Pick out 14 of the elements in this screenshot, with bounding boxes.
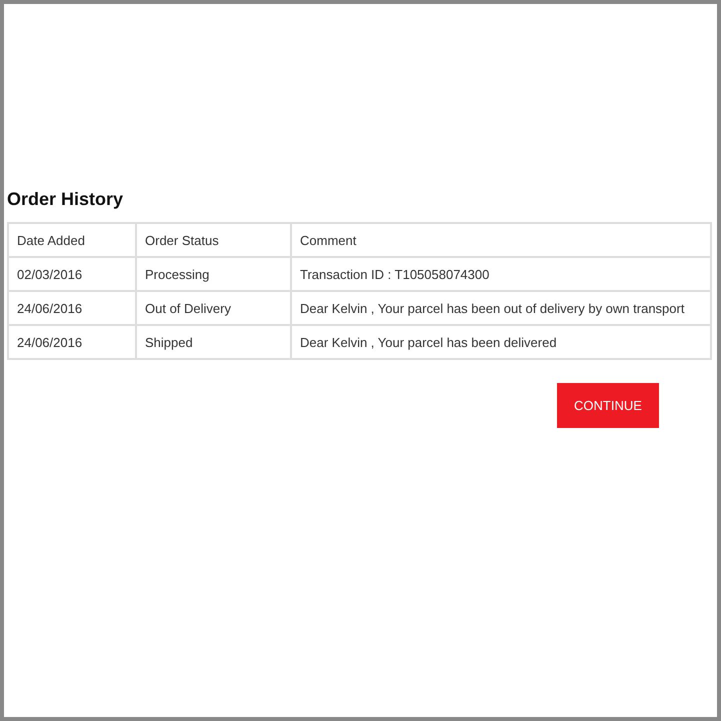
table-cell: Dear Kelvin , Your parcel has been out of delivery by own transport [291,291,711,325]
continue-button[interactable]: CONTINUE [557,383,659,428]
table-cell: Processing [136,257,291,291]
table-cell: Out of Delivery [136,291,291,325]
table-cell: 24/06/2016 [8,325,136,359]
column-header: Comment [291,223,711,257]
column-header: Date Added [8,223,136,257]
section-heading: Order History [7,188,124,210]
column-header: Order Status [136,223,291,257]
table-cell: Transaction ID : T105058074300 [291,257,711,291]
table-cell: Shipped [136,325,291,359]
table-cell: 24/06/2016 [8,291,136,325]
table-cell: 02/03/2016 [8,257,136,291]
table-cell: Dear Kelvin , Your parcel has been delivered [291,325,711,359]
